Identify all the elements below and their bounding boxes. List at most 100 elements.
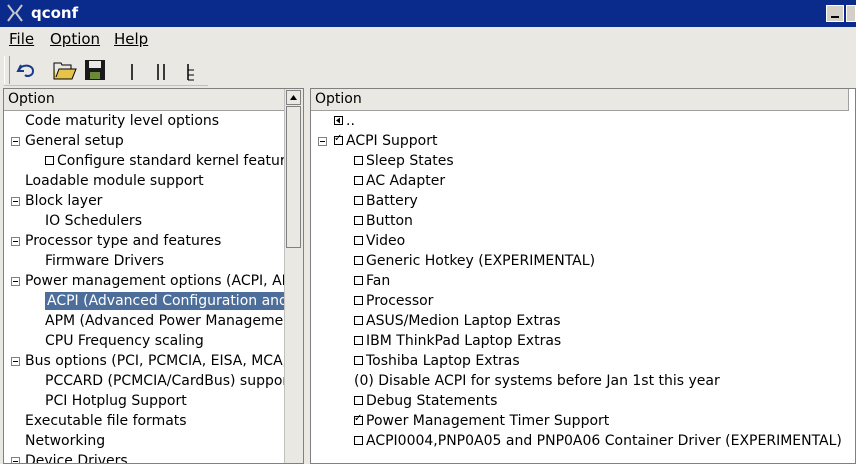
- config-item[interactable]: Video: [354, 231, 405, 251]
- undo-arrow-icon: [16, 64, 35, 77]
- right-column-header[interactable]: Option: [311, 89, 849, 111]
- checkbox[interactable]: [354, 395, 363, 405]
- config-item[interactable]: Button: [354, 211, 413, 231]
- menu-option[interactable]: Option: [50, 30, 100, 48]
- checkbox[interactable]: [354, 235, 363, 245]
- tree-item-label: General setup: [25, 133, 124, 149]
- checkbox[interactable]: [354, 315, 363, 325]
- config-item-label: AC Adapter: [366, 173, 446, 189]
- scroll-thumb[interactable]: [286, 106, 301, 248]
- menu-option-label: Option: [50, 30, 101, 48]
- tree-item[interactable]: Loadable module support: [25, 171, 204, 191]
- config-item[interactable]: (0) Disable ACPI for systems before Jan …: [354, 371, 720, 391]
- collapse-icon[interactable]: [11, 137, 20, 146]
- single-view-button[interactable]: [120, 56, 148, 84]
- tree-item[interactable]: Processor type and features: [25, 231, 221, 251]
- tree-item[interactable]: CPU Frequency scaling: [45, 331, 204, 351]
- menu-help[interactable]: Help: [114, 30, 148, 48]
- tree-item[interactable]: Bus options (PCI, PCMCIA, EISA, MCA, ISA…: [25, 351, 304, 371]
- title-bar: qconf: [0, 0, 856, 27]
- maximize-button[interactable]: [846, 5, 856, 22]
- collapse-icon[interactable]: [11, 197, 20, 206]
- tree-item[interactable]: Block layer: [25, 191, 102, 211]
- config-item[interactable]: ..: [334, 111, 355, 131]
- config-item-label: ACPI0004,PNP0A05 and PNP0A06 Container D…: [366, 433, 842, 449]
- checkbox[interactable]: [354, 335, 363, 345]
- tree-item[interactable]: ACPI (Advanced Configuration and Power I…: [45, 291, 303, 311]
- checkbox[interactable]: [354, 355, 363, 365]
- config-item[interactable]: IBM ThinkPad Laptop Extras: [354, 331, 561, 351]
- config-item[interactable]: ACPI Support: [334, 131, 437, 151]
- scroll-up-button[interactable]: [286, 90, 301, 105]
- tree-item[interactable]: Executable file formats: [25, 411, 187, 431]
- checkbox[interactable]: [354, 175, 363, 185]
- config-item-label: ..: [346, 113, 355, 129]
- tree-item[interactable]: Configure standard kernel features (for …: [45, 151, 303, 171]
- tree-item-label: Bus options (PCI, PCMCIA, EISA, MCA, ISA…: [25, 353, 304, 369]
- config-item-label: Processor: [366, 293, 434, 309]
- tree-item-label: Processor type and features: [25, 233, 222, 249]
- config-item-label: ASUS/Medion Laptop Extras: [366, 313, 561, 329]
- save-button[interactable]: [82, 56, 110, 84]
- config-item[interactable]: ASUS/Medion Laptop Extras: [354, 311, 561, 331]
- config-item[interactable]: Power Management Timer Support: [354, 411, 609, 431]
- minimize-button[interactable]: [826, 5, 844, 22]
- tree-item[interactable]: Power management options (ACPI, APM): [25, 271, 304, 291]
- config-item[interactable]: Toshiba Laptop Extras: [354, 351, 520, 371]
- config-item[interactable]: ACPI0004,PNP0A05 and PNP0A06 Container D…: [354, 431, 842, 451]
- checkbox[interactable]: [354, 435, 363, 445]
- full-view-button[interactable]: [178, 56, 206, 84]
- checkbox[interactable]: [354, 255, 363, 265]
- checkbox[interactable]: [354, 411, 363, 427]
- config-item-label: Generic Hotkey (EXPERIMENTAL): [366, 253, 596, 269]
- tree-item[interactable]: General setup: [25, 131, 124, 151]
- back-button[interactable]: [13, 56, 41, 84]
- config-item-label: Battery: [366, 193, 418, 209]
- left-scrollbar[interactable]: [284, 89, 303, 463]
- config-item[interactable]: Fan: [354, 271, 390, 291]
- menu-tree-pane[interactable]: Option Code maturity level options Genera…: [3, 88, 304, 464]
- tree-item[interactable]: PCCARD (PCMCIA/CardBus) support: [45, 371, 294, 391]
- collapse-icon[interactable]: [11, 457, 20, 463]
- tree-item[interactable]: Networking: [25, 431, 105, 451]
- tree-item[interactable]: Code maturity level options: [25, 111, 219, 131]
- tree-item[interactable]: Firmware Drivers: [45, 251, 164, 271]
- collapse-icon[interactable]: [11, 277, 20, 286]
- toolbar-divider: [4, 85, 208, 86]
- checkbox[interactable]: [354, 275, 363, 285]
- config-item[interactable]: Battery: [354, 191, 418, 211]
- config-item[interactable]: Debug Statements: [354, 391, 497, 411]
- checkbox[interactable]: [354, 155, 363, 165]
- collapse-icon[interactable]: [11, 357, 20, 366]
- config-item-label: Button: [366, 213, 413, 229]
- tree-item[interactable]: PCI Hotplug Support: [45, 391, 187, 411]
- toolbar-handle[interactable]: [4, 56, 10, 84]
- checkbox[interactable]: [334, 131, 343, 147]
- tree-item[interactable]: APM (Advanced Power Management) BIOS Sup…: [45, 311, 303, 331]
- collapse-icon[interactable]: [11, 237, 20, 246]
- collapse-icon[interactable]: [318, 137, 327, 146]
- config-item-label: Sleep States: [366, 153, 454, 169]
- tree-item-label: Power management options (ACPI, APM): [25, 273, 304, 289]
- checkbox[interactable]: [354, 215, 363, 225]
- tree-item[interactable]: Device Drivers: [25, 451, 128, 463]
- config-item[interactable]: Generic Hotkey (EXPERIMENTAL): [354, 251, 595, 271]
- tree-item-label: IO Schedulers: [45, 213, 142, 229]
- tree-item-label: CPU Frequency scaling: [45, 333, 204, 349]
- checkbox[interactable]: [45, 155, 54, 165]
- menu-file[interactable]: File: [9, 30, 34, 48]
- config-item[interactable]: Processor: [354, 291, 433, 311]
- tree-item[interactable]: IO Schedulers: [45, 211, 142, 231]
- tree-item-label: Executable file formats: [25, 413, 187, 429]
- left-column-header[interactable]: Option: [4, 89, 286, 111]
- checkbox[interactable]: [354, 295, 363, 305]
- config-item-label: Toshiba Laptop Extras: [366, 353, 520, 369]
- checkbox[interactable]: [354, 195, 363, 205]
- split-view-button[interactable]: [150, 56, 178, 84]
- config-item-label: Fan: [366, 273, 391, 289]
- load-button[interactable]: [51, 56, 79, 84]
- config-item[interactable]: AC Adapter: [354, 171, 445, 191]
- config-item[interactable]: Sleep States: [354, 151, 454, 171]
- tree-item-label: Loadable module support: [25, 173, 204, 189]
- config-list-pane[interactable]: Option .. ACPI Support Sleep States AC Adap…: [310, 88, 856, 464]
